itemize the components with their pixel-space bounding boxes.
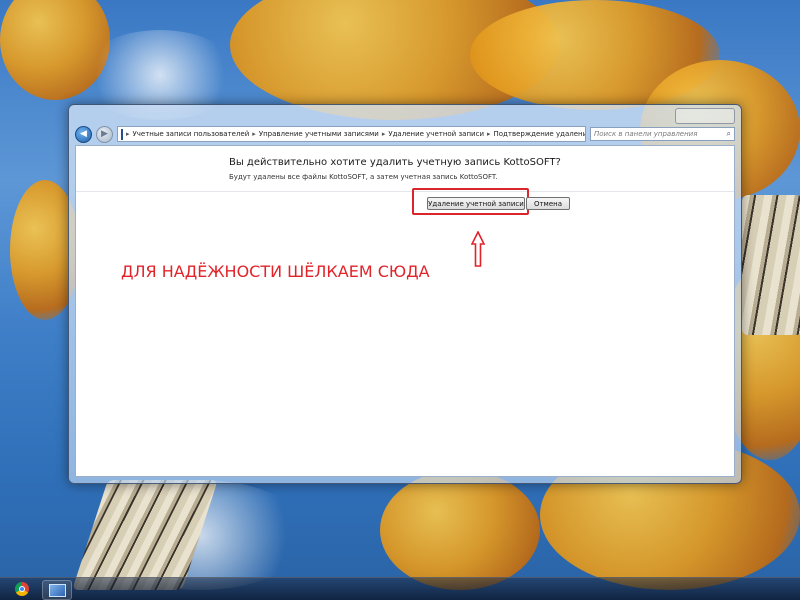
- taskbar: [0, 577, 800, 600]
- cancel-button[interactable]: Отмена: [526, 197, 570, 210]
- breadcrumb-item-delete[interactable]: Удаление учетной записи: [388, 130, 484, 138]
- control-panel-icon: [121, 128, 123, 140]
- annotation-text: ДЛЯ НАДЁЖНОСТИ ШЁЛКАЕМ СЮДА: [121, 262, 430, 281]
- chrome-icon: [15, 582, 29, 596]
- search-input[interactable]: Поиск в панели управления ⌕: [590, 127, 735, 141]
- address-bar[interactable]: ▸ Учетные записи пользователей ▸ Управле…: [117, 126, 586, 142]
- forward-button[interactable]: ▶: [96, 125, 113, 143]
- back-button[interactable]: ◀: [75, 125, 92, 143]
- delete-account-button[interactable]: Удаление учетной записи: [427, 197, 525, 210]
- forward-arrow-icon: ▶: [101, 129, 108, 139]
- breadcrumb-item-accounts[interactable]: Учетные записи пользователей: [133, 130, 250, 138]
- confirm-question: Вы действительно хотите удалить учетную …: [229, 157, 561, 168]
- divider: [76, 191, 734, 192]
- breadcrumb-separator-icon: ▸: [252, 130, 256, 138]
- confirm-description: Будут удалены все файлы KottoSOFT, а зат…: [229, 173, 498, 181]
- breadcrumb-separator-icon: ▸: [126, 130, 130, 138]
- taskbar-control-panel[interactable]: [42, 580, 72, 600]
- search-icon[interactable]: ⌕: [727, 129, 731, 139]
- navigation-toolbar: ◀ ▶ ▸ Учетные записи пользователей ▸ Упр…: [75, 125, 735, 143]
- breadcrumb-item-manage[interactable]: Управление учетными записями: [259, 130, 379, 138]
- breadcrumb-separator-icon: ▸: [381, 130, 386, 138]
- back-arrow-icon: ◀: [80, 129, 87, 139]
- window-controls[interactable]: [675, 108, 735, 124]
- taskbar-chrome[interactable]: [8, 580, 36, 598]
- up-arrow-icon: [471, 231, 485, 267]
- explorer-icon: [48, 583, 66, 597]
- search-placeholder: Поиск в панели управления: [594, 130, 698, 138]
- breadcrumb-separator-icon: ▸: [487, 130, 491, 138]
- breadcrumb-item-confirm[interactable]: Подтверждение удаления: [494, 130, 585, 138]
- control-panel-window: ◀ ▶ ▸ Учетные записи пользователей ▸ Упр…: [68, 104, 742, 484]
- dialog-content: Вы действительно хотите удалить учетную …: [75, 145, 735, 477]
